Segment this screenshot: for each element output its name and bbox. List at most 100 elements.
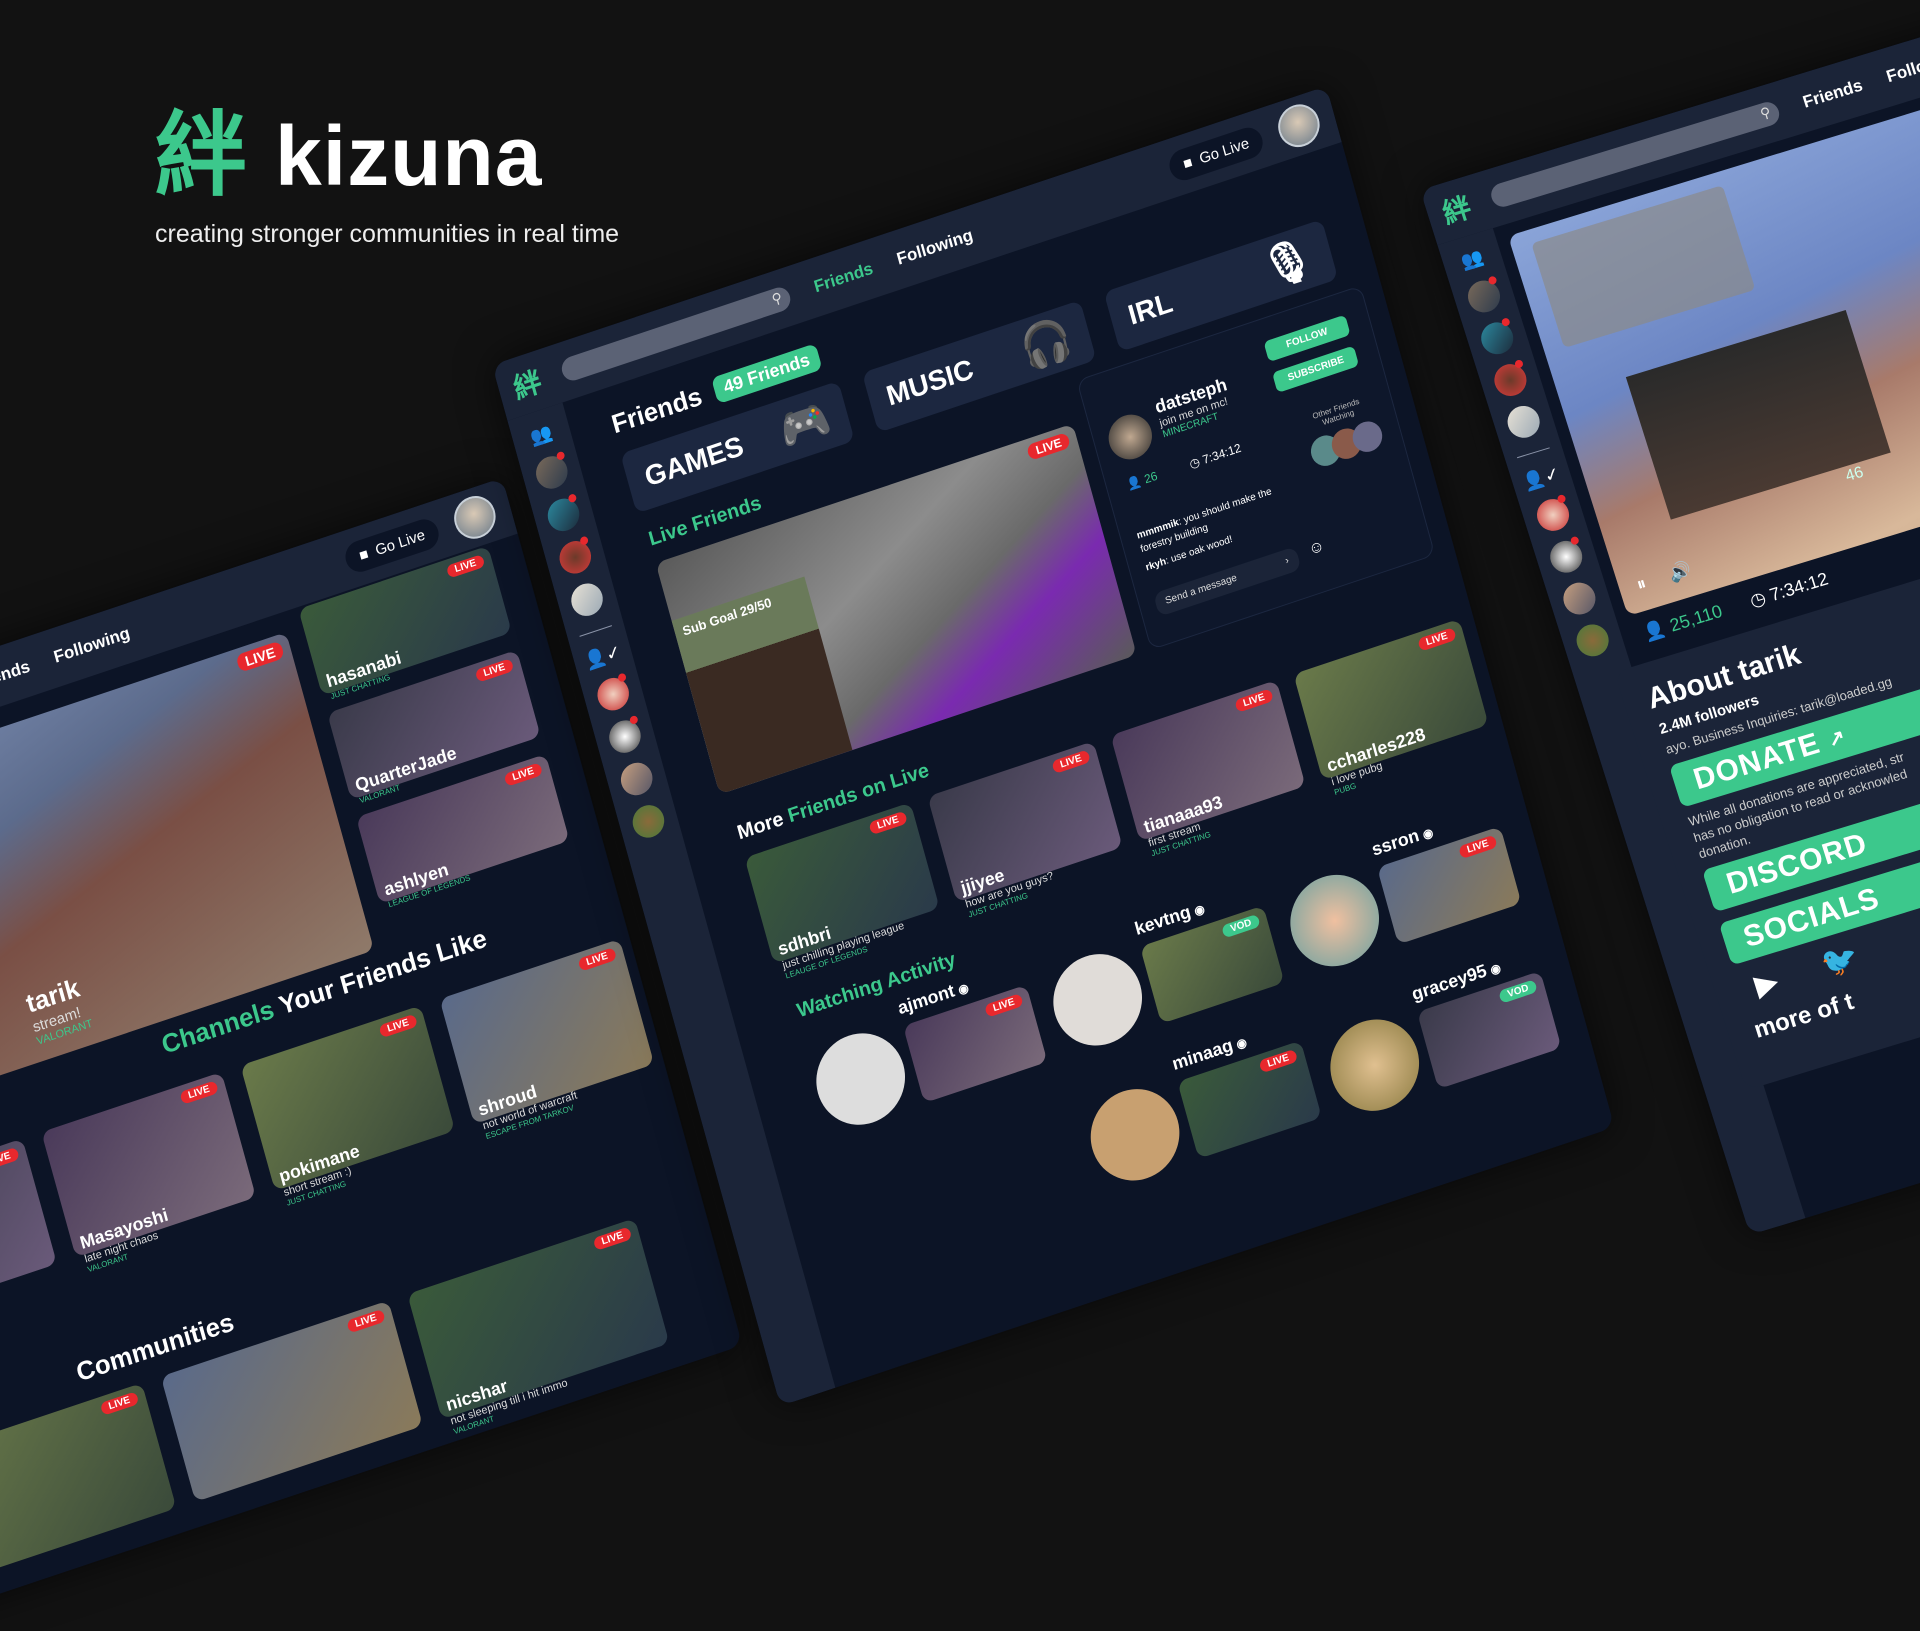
friend-avatar[interactable] (1477, 318, 1518, 359)
search-icon: ⚲ (1758, 103, 1773, 122)
kizuna-logo: 絆 (155, 102, 248, 209)
headphones-icon: 🎧 (1015, 312, 1078, 374)
stream-card[interactable]: LIVE shroud not world of warcraft ESCAPE FR… (439, 938, 659, 1144)
channel-avatar[interactable] (1532, 495, 1574, 535)
vod-badge: VOD (1221, 913, 1261, 939)
tab-friends[interactable]: Friends (812, 259, 876, 298)
hud-value: 46 (1843, 463, 1866, 486)
stream-card[interactable]: LIVE (0, 1382, 182, 1604)
live-badge: LIVE (0, 1146, 20, 1172)
stream-thumbnail[interactable]: LIVE (0, 1382, 177, 1585)
camera-icon: ■ (357, 544, 371, 565)
friend-avatar[interactable] (567, 579, 607, 621)
category-music[interactable]: MUSIC 🎧 (861, 300, 1097, 433)
user-avatar[interactable] (1273, 98, 1325, 153)
pause-button[interactable]: ⏸ (1634, 573, 1649, 596)
go-live-label: Go Live (1197, 134, 1251, 168)
channel-avatar[interactable] (1559, 578, 1600, 619)
webcam-overlay (1625, 309, 1891, 520)
channel-avatar[interactable] (605, 716, 645, 758)
stream-card[interactable]: LIVE pokimane short stream :) JUST CHATTING (240, 1005, 460, 1210)
viewers-icon: 👤 (1641, 617, 1669, 644)
watching-eye-icon: ◉ (1234, 1034, 1249, 1052)
tagline: creating stronger communities in real ti… (155, 220, 620, 248)
friend-avatar[interactable] (1043, 942, 1153, 1058)
live-badge: LIVE (503, 762, 544, 787)
app-logo: 絆 (509, 364, 546, 406)
clock-icon: ◷ (1187, 454, 1202, 472)
search-icon: ⚲ (769, 288, 784, 308)
live-badge: LIVE (1417, 627, 1457, 652)
live-badge: LIVE (445, 554, 486, 579)
emoji-icon[interactable]: ☺ (1307, 537, 1327, 560)
friend-avatar[interactable] (1503, 402, 1544, 442)
live-badge: LIVE (1457, 834, 1498, 860)
clock-icon: ◷ (1747, 587, 1769, 612)
live-badge: LIVE (983, 993, 1024, 1018)
stream-card[interactable]: LIVE nicshar not sleeping till i hit immo V… (407, 1218, 675, 1439)
viewers-icon: 👤 (1125, 473, 1144, 493)
friends-icon[interactable]: 👥 (1459, 247, 1487, 273)
vod-badge: VOD (1498, 979, 1538, 1004)
live-badge: LIVE (179, 1080, 219, 1105)
go-live-button[interactable]: ■ Go Live (1166, 123, 1267, 184)
brand-header: 絆 kizuna creating stronger communities i… (155, 110, 619, 249)
camera-icon: ■ (1181, 153, 1195, 173)
tab-following[interactable]: Following (52, 623, 133, 667)
live-badge: LIVE (346, 1308, 386, 1334)
following-icon[interactable]: 👤✓ (582, 641, 623, 673)
watching-eye-icon: ◉ (956, 980, 971, 998)
tab-following[interactable]: Following (1884, 45, 1920, 87)
stream-card[interactable]: LIVE ccharles228 i love pubg PUBG (1293, 618, 1494, 800)
tab-following[interactable]: Following (895, 225, 976, 269)
friend-avatar[interactable] (544, 494, 583, 536)
brand-name: kizuna (275, 109, 543, 203)
stream-card[interactable]: LIVE tianaaa93 first stream JUST CHATTING (1110, 679, 1311, 861)
live-badge: LIVE (1026, 431, 1072, 461)
stream-card[interactable]: LIVE jjiyee how are you guys? JUST CHATTING (927, 741, 1128, 922)
channel-avatar[interactable] (629, 800, 668, 842)
watching-eye-icon: ◉ (1421, 825, 1435, 842)
user-avatar[interactable] (449, 490, 501, 545)
channel-avatar[interactable] (617, 758, 657, 800)
youtube-icon[interactable]: ▶ (1750, 964, 1783, 1004)
tab-friends[interactable]: Friends (0, 657, 32, 696)
friend-avatar[interactable] (806, 1021, 916, 1137)
friend-avatar[interactable] (555, 536, 595, 578)
live-badge: LIVE (868, 810, 908, 836)
live-badge: LIVE (474, 658, 515, 683)
friend-avatar[interactable] (1280, 862, 1390, 979)
friend-avatar[interactable] (1463, 276, 1505, 317)
stream-card[interactable]: LIVE Masayoshi late night chaos VALORANT (41, 1071, 261, 1277)
gamepad-icon: 🎮 (773, 392, 836, 455)
friend-avatar[interactable] (1080, 1077, 1190, 1193)
live-badge: LIVE (592, 1226, 633, 1252)
channel-avatar[interactable] (593, 673, 633, 715)
friends-icon[interactable]: 👥 (528, 422, 555, 449)
twitter-icon[interactable]: 🐦 (1817, 939, 1864, 983)
viewer-count: 👤 26 (1125, 468, 1160, 493)
tab-friends[interactable]: Friends (1800, 76, 1865, 113)
friend-avatar[interactable] (1490, 360, 1531, 400)
app-logo: 絆 (1438, 190, 1476, 231)
microphone-icon: 🎙 (1255, 231, 1319, 294)
category-label: GAMES (641, 430, 747, 493)
go-live-label: Go Live (373, 525, 427, 559)
send-icon: › (1284, 555, 1291, 567)
stream-thumbnail[interactable]: LIVE (0, 1138, 58, 1325)
streamer-avatar[interactable] (1103, 408, 1158, 466)
volume-icon[interactable]: 🔊 (1667, 559, 1695, 585)
external-link-icon: ↗ (1825, 725, 1849, 752)
channel-avatar[interactable] (1546, 536, 1587, 577)
category-label: MUSIC (882, 353, 977, 412)
friend-avatar[interactable] (1320, 1007, 1430, 1123)
live-badge: LIVE (235, 640, 285, 673)
friend-avatar[interactable] (532, 451, 572, 493)
live-badge: LIVE (577, 947, 618, 972)
following-icon[interactable]: 👤✓ (1520, 463, 1562, 494)
live-badge: LIVE (378, 1013, 418, 1039)
live-badge: LIVE (1258, 1048, 1299, 1074)
uptime: ◷ 7:34:12 (1187, 440, 1243, 472)
watching-eye-icon: ◉ (1192, 901, 1207, 919)
channel-avatar[interactable] (1572, 620, 1613, 661)
